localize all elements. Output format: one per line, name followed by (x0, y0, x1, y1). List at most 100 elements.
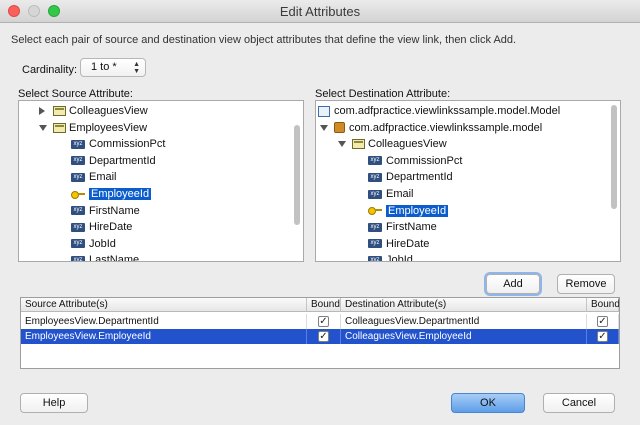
tree-item-label: com.adfpractice.viewlinkssample.model.Mo… (334, 105, 561, 117)
destination-attribute-cell: ColleaguesView.EmployeeId (341, 329, 587, 344)
remove-button[interactable]: Remove (557, 274, 615, 294)
destination-bound-cell: ✓ (587, 329, 619, 344)
tree-item-label: JobId (386, 254, 413, 262)
destination-bound-checkbox[interactable]: ✓ (597, 316, 608, 327)
table-row[interactable]: EmployeesView.DepartmentId ✓ ColleaguesV… (21, 314, 619, 329)
tree-item-label: ColleaguesView (368, 138, 447, 151)
tree-item-label: com.adfpractice.viewlinkssample.model (349, 121, 543, 134)
tree-item[interactable]: com.adfpractice.viewlinkssample.model (320, 120, 542, 136)
title-bar: Edit Attributes (0, 0, 640, 23)
tree-item[interactable]: xyz HireDate (368, 236, 429, 252)
view-object-icon (53, 122, 66, 133)
tree-item[interactable]: xyz FirstName (368, 219, 437, 235)
up-down-arrows-icon: ▲ ▼ (133, 61, 140, 75)
attribute-icon: xyz (368, 156, 382, 166)
tree-item-label: Email (89, 171, 117, 184)
attribute-pairs-table: Source Attribute(s) Bound Destination At… (20, 297, 620, 369)
tree-item[interactable]: ColleaguesView (39, 103, 148, 119)
source-attribute-cell: EmployeesView.DepartmentId (21, 314, 307, 329)
tree-item-label: EmployeeId (386, 204, 449, 217)
destination-attribute-tree[interactable]: com.adfpractice.viewlinkssample.model.Mo… (315, 100, 621, 262)
tree-item[interactable]: com.adfpractice.viewlinkssample.model.Mo… (318, 103, 560, 119)
help-button[interactable]: Help (20, 393, 88, 413)
tree-item-label: DepartmentId (386, 171, 453, 184)
instructions-text: Select each pair of source and destinati… (11, 34, 517, 46)
tree-item[interactable]: xyz DepartmentId (368, 169, 453, 185)
attribute-icon: xyz (368, 172, 382, 182)
add-button[interactable]: Add (486, 274, 540, 294)
destination-bound-checkbox[interactable]: ✓ (597, 331, 608, 342)
source-bound-checkbox[interactable]: ✓ (318, 316, 329, 327)
attribute-icon: xyz (71, 156, 85, 166)
tree-item[interactable]: xyz LastName (71, 252, 140, 262)
tree-item-label: JobId (89, 237, 116, 250)
header-destination-bound[interactable]: Bound (587, 298, 619, 312)
header-destination-attributes[interactable]: Destination Attribute(s) (341, 298, 587, 312)
tree-item-label: Email (386, 188, 414, 200)
tree-item-label: DepartmentId (89, 154, 156, 167)
cancel-button[interactable]: Cancel (543, 393, 615, 413)
attribute-icon: xyz (368, 222, 382, 232)
tree-item-label: HireDate (89, 221, 133, 234)
collapse-arrow-icon[interactable] (320, 124, 328, 131)
tree-item-label: EmployeeId (89, 188, 152, 200)
attribute-icon: xyz (71, 222, 85, 232)
tree-item-label: ColleaguesView (69, 105, 148, 117)
tree-item-label: CommissionPct (386, 154, 463, 167)
cardinality-label: Cardinality: (22, 64, 78, 76)
source-bound-cell: ✓ (307, 314, 341, 329)
source-bound-checkbox[interactable]: ✓ (318, 331, 329, 342)
destination-bound-cell: ✓ (587, 314, 619, 329)
window-title: Edit Attributes (279, 4, 361, 19)
tree-item-label: LastName (89, 254, 140, 262)
source-attribute-cell: EmployeesView.EmployeeId (21, 329, 307, 344)
tree-item[interactable]: ColleaguesView (338, 136, 447, 152)
source-bound-cell: ✓ (307, 329, 341, 344)
destination-attribute-label: Select Destination Attribute: (315, 88, 451, 100)
cardinality-select[interactable]: 1 to * ▲ ▼ (80, 58, 146, 77)
tree-item[interactable]: xyz CommissionPct (368, 153, 462, 169)
tree-item[interactable]: xyz CommissionPct (71, 136, 165, 152)
cardinality-value: 1 to * (91, 61, 117, 73)
tree-item[interactable]: xyz DepartmentId (71, 153, 156, 169)
tree-item[interactable]: xyz FirstName (71, 203, 140, 219)
attribute-icon: xyz (71, 239, 85, 249)
source-tree-scrollbar[interactable] (294, 125, 300, 225)
package-icon (334, 122, 345, 134)
tree-item[interactable]: xyz JobId (71, 236, 116, 252)
view-object-icon (352, 139, 365, 150)
tree-item[interactable]: xyz Email (71, 169, 117, 185)
source-attribute-label: Select Source Attribute: (18, 88, 133, 100)
tree-item-label: CommissionPct (89, 138, 166, 151)
view-object-icon (53, 106, 66, 117)
destination-attribute-cell: ColleaguesView.DepartmentId (341, 314, 587, 329)
destination-tree-scrollbar[interactable] (611, 105, 617, 209)
tree-item-label: HireDate (386, 237, 430, 250)
attribute-icon: xyz (71, 172, 85, 182)
tree-item-label: FirstName (89, 204, 140, 217)
attribute-icon: xyz (368, 189, 382, 199)
expand-arrow-icon[interactable] (39, 107, 45, 116)
tree-item[interactable]: EmployeeId (368, 203, 449, 219)
header-source-attributes[interactable]: Source Attribute(s) (21, 298, 307, 312)
tree-item-label: EmployeesView (69, 121, 148, 134)
table-row-selected[interactable]: EmployeesView.EmployeeId ✓ ColleaguesVie… (21, 329, 619, 344)
key-icon (71, 190, 85, 199)
attribute-icon: xyz (368, 255, 382, 261)
tree-item[interactable]: EmployeesView (39, 120, 147, 136)
tree-item[interactable]: xyz HireDate (71, 219, 132, 235)
attribute-icon: xyz (368, 239, 382, 249)
ok-button[interactable]: OK (451, 393, 525, 413)
attribute-icon: xyz (71, 255, 85, 261)
header-source-bound[interactable]: Bound (307, 298, 341, 312)
tree-item[interactable]: xyz JobId (368, 252, 413, 262)
collapse-arrow-icon[interactable] (338, 141, 346, 148)
tree-item[interactable]: xyz Email (368, 186, 414, 202)
attribute-icon: xyz (71, 206, 85, 216)
tree-item-label: FirstName (386, 221, 437, 234)
tree-item[interactable]: EmployeeId (71, 186, 152, 202)
collapse-arrow-icon[interactable] (39, 124, 47, 131)
model-icon (318, 105, 330, 117)
key-icon (368, 206, 382, 216)
source-attribute-tree[interactable]: ColleaguesView EmployeesView xyz Commission… (18, 100, 304, 262)
